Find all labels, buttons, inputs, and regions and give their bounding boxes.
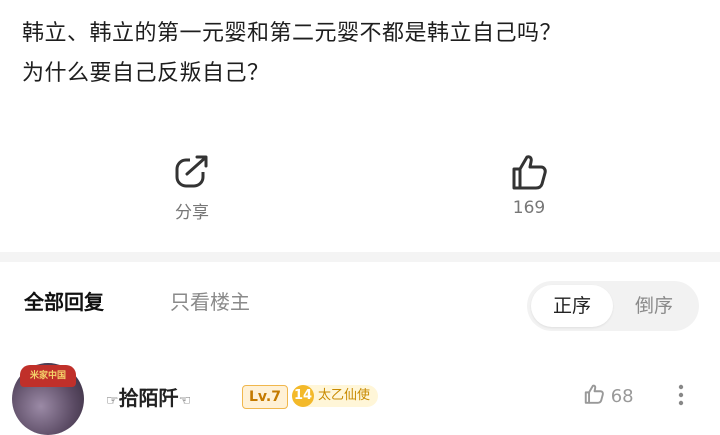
post-line-1: 韩立、韩立的第一元婴和第二元婴不都是韩立自己吗？ bbox=[22, 21, 563, 46]
sort-descending-button[interactable]: 倒序 bbox=[613, 285, 695, 327]
more-vertical-icon[interactable] bbox=[676, 383, 686, 407]
level-badge: Lv.7 bbox=[242, 385, 288, 409]
reply-like-count: 68 bbox=[610, 386, 634, 407]
username-decoration-left: ☞ bbox=[106, 393, 119, 409]
reply-like-button[interactable]: 68 bbox=[583, 383, 634, 407]
share-icon bbox=[175, 155, 208, 188]
title-badge-number: 14 bbox=[292, 385, 314, 407]
title-badge-name: 太乙仙使 bbox=[318, 388, 371, 403]
like-button[interactable]: 169 bbox=[484, 152, 574, 218]
share-label: 分享 bbox=[175, 203, 209, 223]
avatar-frame-badge: 米家中国 bbox=[20, 365, 76, 387]
username-text: 拾陌阡 bbox=[118, 386, 179, 410]
tab-all-replies[interactable]: 全部回复 bbox=[24, 286, 104, 315]
like-count: 169 bbox=[512, 198, 546, 218]
sort-toggle: 正序 倒序 bbox=[527, 281, 699, 331]
reply-username[interactable]: ☞拾陌阡☜ bbox=[106, 382, 191, 411]
post-content: 韩立、韩立的第一元婴和第二元婴不都是韩立自己吗？ 为什么要自己反叛自己？ bbox=[22, 14, 712, 94]
post-line-2: 为什么要自己反叛自己？ bbox=[22, 61, 270, 86]
tab-op-only[interactable]: 只看楼主 bbox=[170, 286, 250, 315]
reply-item: 米家中国 ☞拾陌阡☜ Lv.7 14 太乙仙使 68 bbox=[0, 355, 720, 435]
thumbs-up-icon bbox=[512, 155, 547, 190]
share-button[interactable]: 分享 bbox=[147, 152, 237, 223]
sort-ascending-button[interactable]: 正序 bbox=[531, 285, 613, 327]
title-badge: 14 太乙仙使 bbox=[292, 385, 379, 407]
section-divider bbox=[0, 252, 720, 262]
thumbs-up-icon bbox=[584, 384, 604, 404]
username-decoration-right: ☜ bbox=[178, 393, 192, 409]
